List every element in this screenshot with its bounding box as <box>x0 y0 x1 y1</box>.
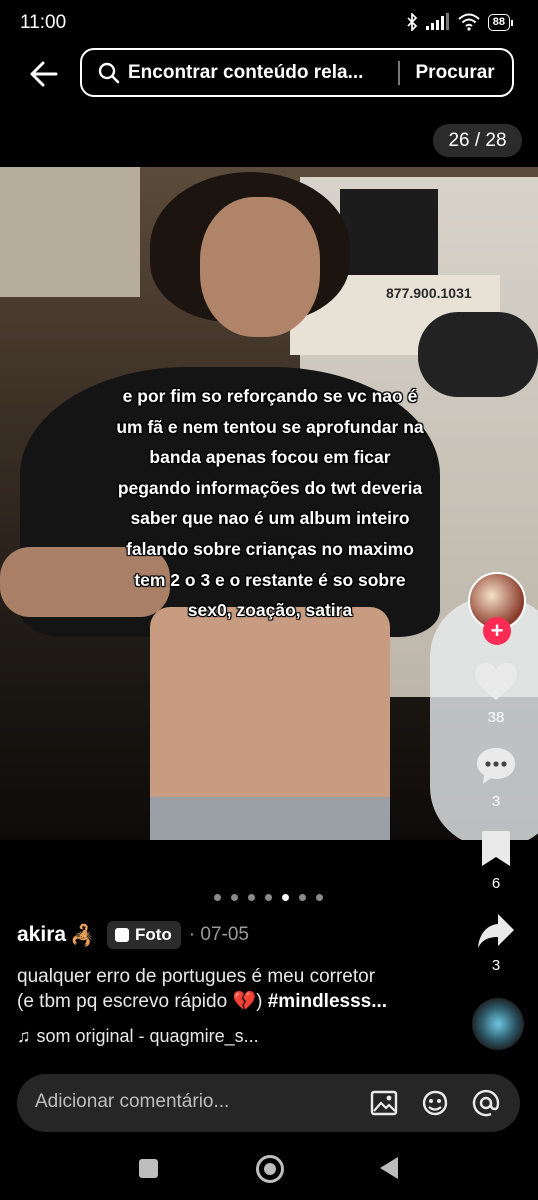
photo-sign-text: 877.900.1031 <box>386 285 472 301</box>
search-query[interactable]: Encontrar conteúdo rela... <box>128 62 386 84</box>
author-row: akira 🦂 Foto · 07-05 <box>17 921 249 949</box>
comment-count: 3 <box>491 793 501 810</box>
image-icon[interactable] <box>369 1088 399 1118</box>
emoji-icon[interactable] <box>420 1088 450 1118</box>
caption-line: falando sobre crianças no maximo <box>126 538 414 559</box>
bookmark-count: 6 <box>491 875 501 892</box>
heart-icon <box>475 663 517 700</box>
caption-line: e por fim so reforçando se vc nao é <box>122 386 418 406</box>
caption-line: sex0, zoação, satira <box>187 600 353 621</box>
photo-waistband <box>150 797 390 840</box>
description-line-2: (e tbm pq escrevo rápido 💔) #mindlesss..… <box>17 991 388 1012</box>
bookmark-button[interactable]: 6 <box>466 830 526 892</box>
post-type-badge: Foto <box>106 921 181 949</box>
description-line-1: qualquer erro de portugues é meu correto… <box>17 966 376 987</box>
carousel-dot <box>299 894 306 901</box>
carousel-dot <box>316 894 323 901</box>
comment-button[interactable]: 3 <box>466 746 526 810</box>
share-arrow-icon <box>478 914 514 948</box>
carousel-dots <box>214 894 323 901</box>
status-bar: 11:00 88 <box>0 0 538 48</box>
carousel-dot <box>231 894 238 901</box>
caption-line: saber que nao é um album inteiro <box>130 508 410 529</box>
search-divider <box>398 60 400 85</box>
photo-badge-icon <box>114 928 129 942</box>
system-back-button[interactable] <box>380 1157 398 1179</box>
caption-line: pegando informações do twt deveria <box>117 477 423 498</box>
status-icons: 88 <box>406 13 514 31</box>
status-time: 11:00 <box>20 12 67 33</box>
carousel-dot-active <box>282 894 289 901</box>
music-note-icon: ♫ <box>17 1026 31 1046</box>
carousel-dot <box>248 894 255 901</box>
back-button[interactable] <box>22 52 66 96</box>
battery-indicator: 88 <box>487 13 514 31</box>
post-date: · 07-05 <box>188 924 249 945</box>
post-description[interactable]: qualquer erro de portugues é meu correto… <box>17 964 457 1014</box>
like-count: 38 <box>487 709 505 726</box>
author-emoji: 🦂 <box>70 924 95 947</box>
music-info[interactable]: ♫ som original - quagmire_s... <box>17 1026 259 1047</box>
at-sign-icon[interactable] <box>471 1088 501 1118</box>
search-bar[interactable]: Encontrar conteúdo rela... Procurar <box>80 48 514 97</box>
follow-button[interactable]: + <box>483 617 511 645</box>
bookmark-icon <box>482 831 510 866</box>
search-button[interactable]: Procurar <box>416 62 495 84</box>
recents-button[interactable] <box>139 1159 158 1178</box>
post-type-label: Foto <box>134 925 172 944</box>
author-name[interactable]: akira <box>17 923 66 947</box>
comment-bubble-icon <box>477 748 515 784</box>
wifi-icon <box>458 13 480 31</box>
caption-line: um fã e nem tentou se aprofundar na <box>116 416 424 437</box>
share-count: 3 <box>491 957 501 974</box>
music-disc[interactable] <box>472 998 524 1050</box>
comment-input[interactable]: Adicionar comentário... <box>17 1074 520 1132</box>
arrow-left-icon <box>30 61 58 87</box>
share-button[interactable]: 3 <box>466 912 526 974</box>
signal-icon <box>425 13 449 30</box>
image-counter: 26 / 28 <box>433 124 522 157</box>
description-text: (e tbm pq escrevo rápido <box>17 991 228 1012</box>
like-button[interactable]: 38 <box>466 662 526 726</box>
photo-ceiling <box>0 167 140 297</box>
home-button[interactable] <box>256 1155 284 1183</box>
caption-line: banda apenas focou em ficar <box>149 447 391 468</box>
photo-poster <box>340 189 438 279</box>
music-title: som original - quagmire_s... <box>36 1026 259 1046</box>
search-icon <box>98 62 120 83</box>
carousel-dot <box>265 894 272 901</box>
carousel-dot <box>214 894 221 901</box>
photo-face <box>200 197 320 337</box>
photo-caption: e por fim so reforçando se vc nao é um f… <box>70 381 470 626</box>
bluetooth-icon <box>407 13 417 31</box>
hashtag-link[interactable]: #mindlesss... <box>268 991 387 1012</box>
broken-heart-emoji: 💔 <box>232 991 257 1012</box>
comment-placeholder[interactable]: Adicionar comentário... <box>35 1091 229 1113</box>
caption-line: tem 2 o 3 e o restante é so sobre <box>134 569 406 590</box>
photo-torso <box>150 607 390 807</box>
